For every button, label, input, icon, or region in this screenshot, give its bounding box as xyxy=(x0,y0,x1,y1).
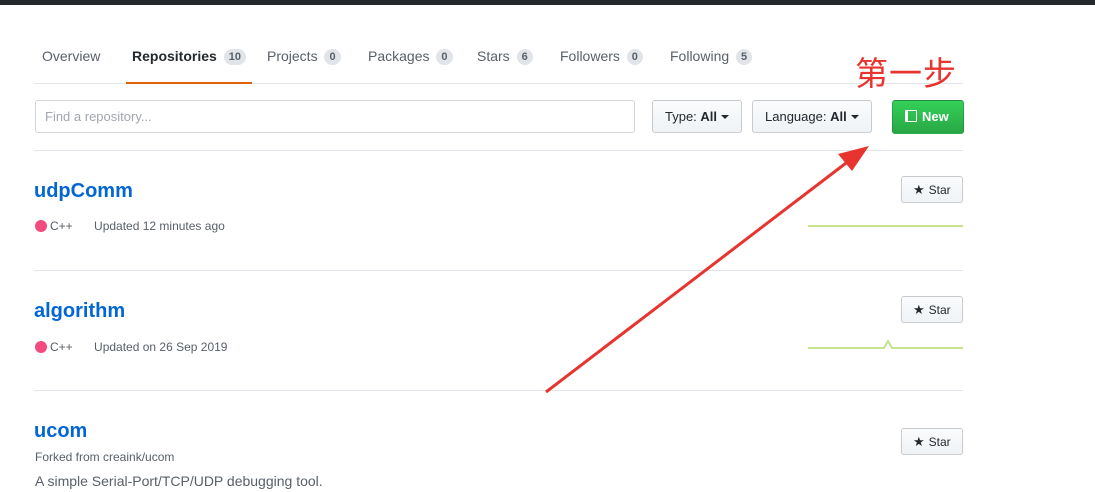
activity-sparkline xyxy=(808,225,963,227)
repo-link-ucom[interactable]: ucom xyxy=(34,420,87,443)
tab-stars-counter: 6 xyxy=(516,49,533,65)
tab-overview[interactable]: Overview xyxy=(42,36,100,83)
language-filter-button[interactable]: Language: All xyxy=(752,100,872,133)
repo-language: C++ xyxy=(50,219,73,233)
caret-down-icon xyxy=(850,115,859,119)
new-button-label: New xyxy=(922,109,949,124)
repo-updated: Updated on 26 Sep 2019 xyxy=(94,340,228,354)
repo-link-udpcomm[interactable]: udpComm xyxy=(34,180,133,203)
language-filter-label: Language: xyxy=(765,109,827,124)
tab-followers[interactable]: Followers 0 xyxy=(560,36,643,83)
tab-following-label: Following xyxy=(670,48,730,64)
language-color-dot xyxy=(35,220,47,232)
star-button-label: Star xyxy=(928,435,951,449)
tab-followers-label: Followers xyxy=(560,48,620,64)
new-repository-button[interactable]: New xyxy=(892,100,964,134)
tab-followers-counter: 0 xyxy=(626,49,643,65)
forked-from: Forked from creaink/ucom xyxy=(35,450,175,464)
repo-description: A simple Serial-Port/TCP/UDP debugging t… xyxy=(35,473,323,489)
tab-repositories-label: Repositories xyxy=(132,48,217,64)
star-button[interactable]: ★ Star xyxy=(901,428,963,455)
star-button[interactable]: ★ Star xyxy=(901,296,963,323)
tab-stars[interactable]: Stars 6 xyxy=(477,36,533,83)
find-repository-input[interactable] xyxy=(35,100,635,133)
star-icon: ★ xyxy=(913,182,925,197)
top-header-bar xyxy=(0,0,1095,5)
tab-projects-counter: 0 xyxy=(324,49,341,65)
type-filter-value: All xyxy=(700,109,718,124)
divider xyxy=(34,390,963,391)
tab-projects[interactable]: Projects 0 xyxy=(267,36,341,83)
star-button-label: Star xyxy=(928,183,951,197)
type-filter-button[interactable]: Type: All xyxy=(652,100,743,133)
activity-sparkline xyxy=(808,338,963,349)
tab-following-counter: 5 xyxy=(736,49,753,65)
tab-following[interactable]: Following 5 xyxy=(670,36,753,83)
tab-overview-label: Overview xyxy=(42,48,101,64)
tab-packages[interactable]: Packages 0 xyxy=(368,36,453,83)
language-color-dot xyxy=(35,341,47,353)
book-icon xyxy=(905,110,917,122)
star-icon: ★ xyxy=(913,434,925,449)
star-button[interactable]: ★ Star xyxy=(901,176,963,203)
tab-packages-counter: 0 xyxy=(436,49,453,65)
repo-meta: C++ Updated 12 minutes ago xyxy=(35,219,225,233)
repo-link-algorithm[interactable]: algorithm xyxy=(34,300,125,323)
divider xyxy=(34,150,963,151)
type-filter-label: Type: xyxy=(665,109,697,124)
profile-tabs: Overview Repositories 10 Projects 0 Pack… xyxy=(34,36,963,84)
repo-language: C++ xyxy=(50,340,73,354)
tab-packages-label: Packages xyxy=(368,48,430,64)
repo-meta: C++ Updated on 26 Sep 2019 xyxy=(35,340,227,354)
divider xyxy=(34,270,963,271)
tab-projects-label: Projects xyxy=(267,48,318,64)
tab-repositories-counter: 10 xyxy=(223,49,246,65)
tab-stars-label: Stars xyxy=(477,48,510,64)
star-button-label: Star xyxy=(928,303,951,317)
star-icon: ★ xyxy=(913,302,925,317)
tab-repositories[interactable]: Repositories 10 xyxy=(126,36,252,84)
repo-updated: Updated 12 minutes ago xyxy=(94,219,225,233)
caret-down-icon xyxy=(721,115,730,119)
language-filter-value: All xyxy=(830,109,847,124)
annotation-step-one: 第一步 xyxy=(855,54,957,93)
